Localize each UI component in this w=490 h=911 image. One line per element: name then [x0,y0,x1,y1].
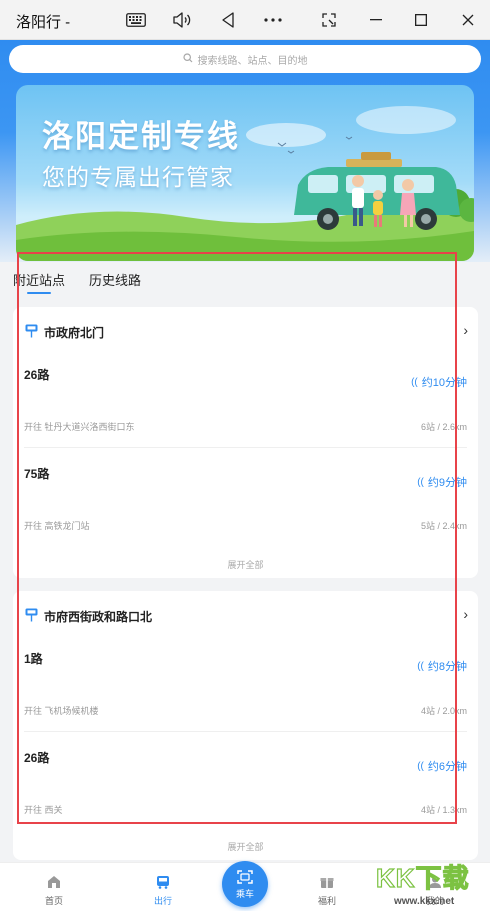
chevron-right-icon[interactable]: › [463,322,468,338]
banner-title: 洛阳定制专线 [42,119,240,154]
signal-icon: (( [417,660,424,672]
maximize-icon[interactable] [406,6,436,34]
expand-all-button[interactable]: 展开全部 [13,840,478,853]
bus-icon [133,875,193,891]
nav-label: 福利 [317,896,336,906]
bus-stop-icon [25,608,38,625]
volume-icon[interactable] [167,6,197,34]
eta-text: 约6分钟 [427,761,467,773]
keyboard-icon[interactable] [121,6,151,34]
stop-name: 市政府北门 [44,326,105,340]
route-distance: 5站 / 2.4km [420,521,467,531]
ride-button[interactable]: 乘车 [222,861,268,907]
route-number: 1路 [24,652,43,666]
eta-text: 约10分钟 [421,377,467,389]
gift-icon [297,875,357,891]
more-icon[interactable] [258,6,288,34]
watermark-logo: KK下载 [375,862,470,893]
bus-stop-icon [25,324,38,341]
close-icon[interactable] [453,6,483,34]
route-distance: 4站 / 1.3km [420,805,467,815]
nav-label: 出行 [153,896,172,906]
route-direction: 开往 西关 [24,805,63,815]
promo-banner[interactable]: 洛阳定制专线 您的专属出行管家 [16,85,474,261]
tab-history-routes[interactable]: 历史线路 [89,270,141,289]
nav-home[interactable]: 首页 [24,875,84,907]
nav-travel[interactable]: 出行 [133,875,193,907]
chevron-right-icon[interactable]: › [463,606,468,622]
signal-icon: (( [417,760,424,772]
minimize-icon[interactable] [361,6,391,34]
eta-text: 约9分钟 [427,477,467,489]
eta-text: 约8分钟 [427,661,467,673]
signal-icon: (( [417,476,424,488]
search-placeholder: 搜索线路、站点、目的地 [197,55,308,67]
search-icon [182,52,193,66]
search-input[interactable]: 搜索线路、站点、目的地 [9,45,481,73]
route-distance: 4站 / 2.0km [420,706,467,716]
tab-nearby-stops[interactable]: 附近站点 [13,270,65,294]
home-icon [24,875,84,891]
route-distance: 6站 / 2.6km [420,422,467,432]
nav-label: 首页 [44,896,63,906]
nav-welfare[interactable]: 福利 [297,875,357,907]
ride-label: 乘车 [235,889,254,899]
window-titlebar: 洛阳行 - [0,0,490,40]
watermark-url: www.kkx.net [394,896,455,907]
route-eta: (( 约9分钟 [417,474,467,490]
divider [24,447,467,448]
screenshot-icon[interactable] [314,6,344,34]
route-eta: (( 约6分钟 [417,758,467,774]
route-number: 75路 [24,467,50,481]
banner-subtitle: 您的专属出行管家 [42,164,234,190]
back-icon[interactable] [213,6,243,34]
route-direction: 开往 高铁龙门站 [24,521,90,531]
route-eta: (( 约10分钟 [411,374,467,390]
stop-name: 市府西街政和路口北 [44,610,153,624]
watermark: KK下载 www.kkx.net [372,858,488,910]
scan-icon [222,870,268,886]
stop-card: 市政府北门 › 26路 (( 约10分钟 开往 牡丹大道兴洛西街口东 6站 / … [13,307,478,578]
stop-header[interactable]: 市政府北门 [25,324,104,341]
route-direction: 开往 飞机场候机楼 [24,706,99,716]
stop-header[interactable]: 市府西街政和路口北 [25,608,152,625]
stop-card: 市府西街政和路口北 › 1路 (( 约8分钟 开往 飞机场候机楼 4站 / 2.… [13,591,478,860]
divider [24,731,467,732]
window-title: 洛阳行 - [16,14,71,31]
route-eta: (( 约8分钟 [417,658,467,674]
route-direction: 开往 牡丹大道兴洛西街口东 [24,422,135,432]
expand-all-button[interactable]: 展开全部 [13,558,478,571]
stop-tabs: 附近站点 历史线路 [0,262,490,302]
route-number: 26路 [24,751,50,765]
route-number: 26路 [24,368,50,382]
signal-icon: (( [411,376,418,388]
